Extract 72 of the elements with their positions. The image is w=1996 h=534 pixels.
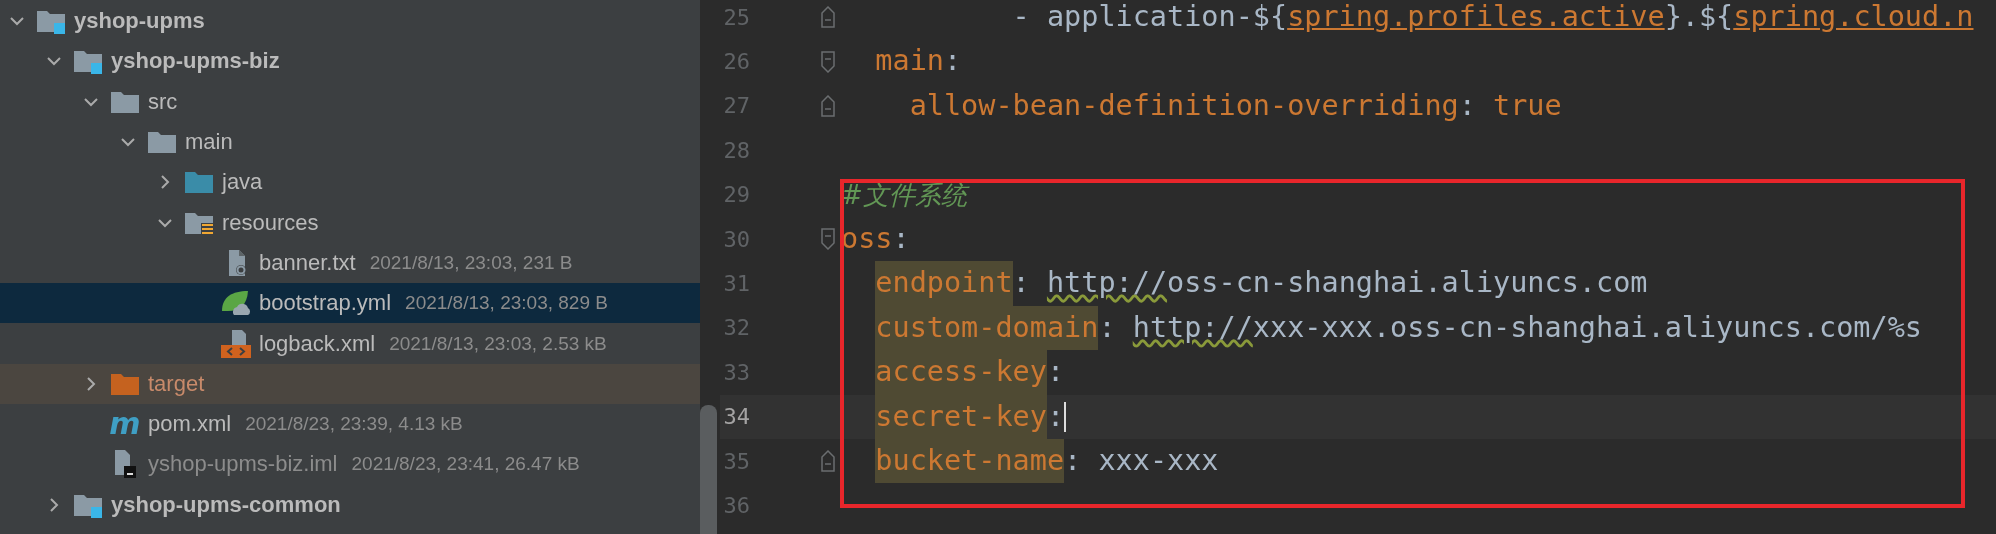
tree-row[interactable]: m pom.xml 2021/8/23, 23:39, 4.13 kB bbox=[0, 403, 700, 445]
file-name: main bbox=[185, 129, 233, 156]
module-folder-icon bbox=[73, 48, 103, 75]
fold-marker-icon[interactable] bbox=[820, 94, 836, 117]
file-name: logback.xml bbox=[259, 330, 376, 357]
file-info: 2021/8/23, 23:39, 4.13 kB bbox=[245, 413, 463, 436]
file-info: 2021/8/23, 23:41, 26.47 kB bbox=[351, 453, 580, 476]
fold-marker-icon[interactable] bbox=[820, 6, 836, 29]
fold-marker-icon[interactable] bbox=[820, 450, 836, 473]
file-name: pom.xml bbox=[148, 411, 232, 438]
line-number: 31 bbox=[722, 271, 750, 297]
code-line: main: bbox=[875, 43, 962, 80]
code-line: : http://xxx-xxx.oss-cn-shanghai.aliyuncs.com/%s bbox=[1098, 309, 1922, 346]
line-number: 27 bbox=[722, 93, 750, 119]
tree-row[interactable]: yshop-upms-biz bbox=[0, 41, 700, 82]
tree-row[interactable]: yshop-upms bbox=[0, 1, 700, 42]
highlighted-key: access-key bbox=[875, 350, 1047, 395]
file-icon bbox=[112, 449, 138, 480]
code-line: : bbox=[1046, 398, 1065, 435]
file-name: banner.txt bbox=[259, 249, 356, 276]
file-name: target bbox=[148, 370, 205, 397]
tree-row[interactable]: yshop-upms-biz.iml 2021/8/23, 23:41, 26.47 kB bbox=[0, 444, 700, 485]
file-info: 2021/8/13, 23:03, 231 B bbox=[369, 251, 573, 274]
tree-row[interactable]: java bbox=[0, 162, 700, 203]
module-folder-icon bbox=[36, 8, 66, 35]
file-name: yshop-upms-common bbox=[111, 491, 341, 518]
line-number: 28 bbox=[722, 137, 750, 163]
tree-row[interactable]: main bbox=[0, 121, 700, 163]
tree-row[interactable]: banner.txt 2021/8/13, 23:03, 231 B bbox=[0, 242, 700, 284]
highlighted-key: custom-domain bbox=[875, 305, 1099, 351]
fold-marker-icon[interactable] bbox=[820, 228, 836, 251]
tree-row[interactable]: target bbox=[0, 363, 700, 404]
file-info: 2021/8/13, 23:03, 2.53 kB bbox=[389, 332, 607, 355]
xml-file-icon bbox=[220, 328, 252, 359]
folder-icon bbox=[147, 129, 177, 156]
line-number: 32 bbox=[722, 315, 750, 341]
tree-row[interactable]: yshop-upms-common bbox=[0, 484, 700, 525]
file-info: 2021/8/13, 23:03, 829 B bbox=[405, 292, 608, 315]
file-name: java bbox=[222, 169, 263, 196]
line-number: 33 bbox=[722, 359, 750, 385]
file-name: yshop-upms-biz.iml bbox=[148, 451, 338, 478]
line-number: 36 bbox=[722, 493, 750, 518]
file-name: src bbox=[148, 88, 178, 115]
line-number: 29 bbox=[722, 182, 750, 208]
highlighted-key: endpoint bbox=[875, 261, 1013, 306]
leaf-icon bbox=[220, 289, 252, 318]
line-number: 30 bbox=[722, 226, 750, 252]
code-line: : xxx-xxx bbox=[1064, 442, 1219, 479]
tree-row[interactable]: logback.xml 2021/8/13, 23:03, 2.53 kB bbox=[0, 323, 700, 364]
fold-marker-icon[interactable] bbox=[820, 50, 836, 73]
tree-row[interactable]: resources bbox=[0, 202, 700, 243]
file-name: yshop-upms bbox=[74, 8, 205, 35]
highlighted-key: bucket-name bbox=[875, 438, 1065, 484]
code-line: oss: bbox=[841, 220, 910, 257]
code-line: allow-bean-definition-overriding: true bbox=[909, 87, 1562, 124]
line-number: 34 bbox=[722, 404, 750, 430]
file-name: bootstrap.yml bbox=[259, 290, 392, 317]
scrollbar[interactable] bbox=[700, 405, 717, 534]
folder-icon bbox=[184, 169, 214, 196]
code-line: : bbox=[1046, 354, 1065, 391]
file-name: yshop-upms-biz bbox=[111, 48, 280, 75]
code-line: - application-${spring.profiles.active}.${spring.cloud.n bbox=[1012, 0, 1974, 35]
line-number: 25 bbox=[722, 4, 750, 30]
highlighted-key: secret-key bbox=[875, 394, 1047, 439]
line-number: 26 bbox=[722, 49, 750, 75]
file-name: resources bbox=[222, 209, 319, 236]
code-line: : http://oss-cn-shanghai.aliyuncs.com bbox=[1012, 265, 1648, 302]
tree-row[interactable]: src bbox=[0, 81, 700, 122]
text-cursor bbox=[1064, 401, 1067, 432]
line-number: 35 bbox=[722, 448, 750, 474]
maven-icon: m bbox=[109, 409, 141, 440]
tree-row[interactable]: bootstrap.yml 2021/8/13, 23:03, 829 B bbox=[0, 283, 700, 324]
